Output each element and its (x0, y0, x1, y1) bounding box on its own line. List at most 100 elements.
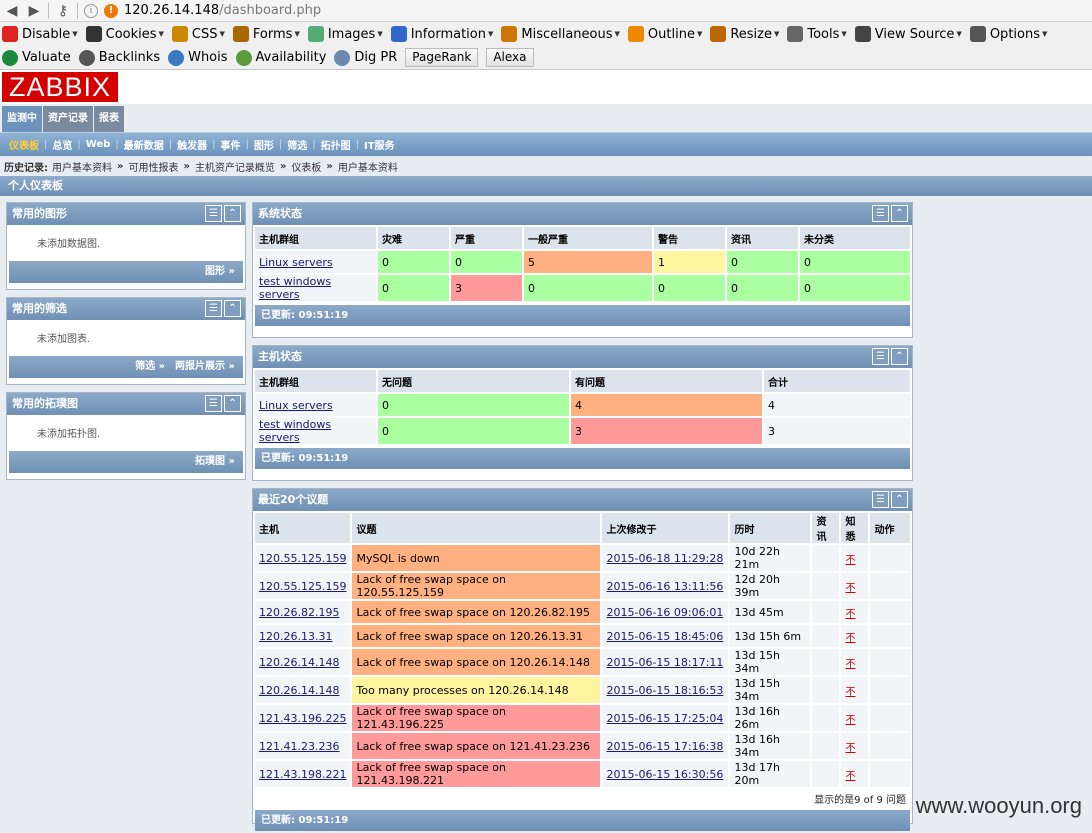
sub-menu-item-7[interactable]: 筛选 (282, 137, 312, 152)
toolbar-button-alexa[interactable]: Alexa (486, 48, 534, 67)
last-change-link[interactable]: 2015-06-18 11:29:28 (602, 545, 729, 571)
sub-menu-item-1[interactable]: 总览 (47, 137, 77, 152)
ack-link[interactable]: 不 (845, 743, 855, 754)
last-change-link[interactable]: 2015-06-15 18:45:06 (602, 625, 729, 647)
ack-link[interactable]: 不 (845, 609, 855, 620)
host-link[interactable]: 120.55.125.159 (255, 545, 351, 571)
menu-icon[interactable]: ☰ (205, 395, 222, 412)
zabbix-logo[interactable]: ZABBIX (2, 72, 118, 102)
collapse-icon[interactable]: ⌃ (891, 491, 908, 508)
info-cell (812, 625, 840, 647)
ack-link[interactable]: 不 (845, 555, 855, 566)
sub-menu-item-3[interactable]: 最新数据 (119, 137, 169, 152)
last-change-link[interactable]: 2015-06-15 18:16:53 (602, 677, 729, 703)
last-change-link[interactable]: 2015-06-15 16:30:56 (602, 761, 729, 787)
toolbar-button-pagerank[interactable]: PageRank (405, 48, 479, 67)
toolbar-menu-miscellaneous[interactable]: Miscellaneous ▼ (501, 26, 620, 42)
issue-description[interactable]: Lack of free swap space on 121.41.23.236 (352, 733, 601, 759)
collapse-icon[interactable]: ⌃ (891, 205, 908, 222)
ack-link[interactable]: 不 (845, 687, 855, 698)
last-change-link[interactable]: 2015-06-16 13:11:56 (602, 573, 729, 599)
forward-arrow-icon[interactable]: ▶ (26, 3, 42, 19)
sub-menu-item-2[interactable]: Web (81, 139, 116, 150)
last-change-link[interactable]: 2015-06-15 17:25:04 (602, 705, 729, 731)
menu-icon[interactable]: ☰ (872, 348, 889, 365)
menu-icon[interactable]: ☰ (205, 300, 222, 317)
menu-icon[interactable]: ☰ (205, 205, 222, 222)
toolbar-menu-forms[interactable]: Forms ▼ (232, 26, 300, 42)
breadcrumb-item[interactable]: 用户基本资料 (338, 159, 398, 174)
breadcrumb-item[interactable]: 用户基本资料 (52, 159, 112, 174)
toolbar-menu-tools[interactable]: Tools ▼ (787, 26, 847, 42)
host-link[interactable]: 120.26.82.195 (255, 601, 351, 623)
issue-description[interactable]: Lack of free swap space on 121.43.196.22… (352, 705, 601, 731)
toolbar-item-whois[interactable]: Whois (168, 49, 228, 66)
host-group-link[interactable]: test windows servers (255, 418, 376, 444)
toolbar-menu-outline[interactable]: Outline ▼ (627, 26, 702, 42)
last-change-link[interactable]: 2015-06-15 18:17:11 (602, 649, 729, 675)
toolbar-menu-images[interactable]: Images ▼ (307, 26, 383, 42)
ack-link[interactable]: 不 (845, 771, 855, 782)
issue-description[interactable]: Lack of free swap space on 120.26.14.148 (352, 649, 601, 675)
host-link[interactable]: 120.26.14.148 (255, 649, 351, 675)
widget-footer-link[interactable]: 两报片展示 » (175, 361, 235, 372)
issue-description[interactable]: Lack of free swap space on 121.43.198.22… (352, 761, 601, 787)
ack-link[interactable]: 不 (845, 583, 855, 594)
ack-link[interactable]: 不 (845, 633, 855, 644)
last-change-link[interactable]: 2015-06-15 17:16:38 (602, 733, 729, 759)
toolbar-item-availability[interactable]: Availability (235, 49, 326, 66)
toolbar-menu-css[interactable]: CSS ▼ (171, 26, 225, 42)
collapse-icon[interactable]: ⌃ (224, 300, 241, 317)
sub-menu-item-6[interactable]: 图形 (249, 137, 279, 152)
host-link[interactable]: 120.55.125.159 (255, 573, 351, 599)
issue-description[interactable]: Lack of free swap space on 120.55.125.15… (352, 573, 601, 599)
ack-link[interactable]: 不 (845, 715, 855, 726)
sub-menu-item-4[interactable]: 触发器 (172, 137, 212, 152)
toolbar-menu-information[interactable]: Information ▼ (390, 26, 493, 42)
sub-menu-item-0[interactable]: 仪表板 (4, 137, 44, 152)
sub-menu-item-9[interactable]: IT服务 (359, 137, 400, 152)
host-link[interactable]: 121.43.196.225 (255, 705, 351, 731)
collapse-icon[interactable]: ⌃ (224, 395, 241, 412)
main-tab-0[interactable]: 监测中 (2, 106, 42, 132)
host-group-link[interactable]: Linux servers (255, 251, 376, 273)
widget-footer-link[interactable]: 筛选 » (135, 361, 165, 372)
toolbar-menu-disable[interactable]: Disable ▼ (2, 26, 78, 42)
toolbar-item-backlinks[interactable]: Backlinks (78, 49, 160, 66)
ack-link[interactable]: 不 (845, 659, 855, 670)
issue-description[interactable]: Too many processes on 120.26.14.148 (352, 677, 601, 703)
breadcrumb-item[interactable]: 主机资产记录概览 (195, 159, 275, 174)
collapse-icon[interactable]: ⌃ (224, 205, 241, 222)
menu-icon[interactable]: ☰ (872, 205, 889, 222)
breadcrumb-item[interactable]: 可用性报表 (128, 159, 178, 174)
main-tab-2[interactable]: 报表 (94, 106, 124, 132)
host-link[interactable]: 120.26.13.31 (255, 625, 351, 647)
site-info-icon[interactable]: i (84, 3, 98, 18)
widget-footer-link[interactable]: 图形 » (205, 266, 235, 277)
host-group-link[interactable]: test windows servers (255, 275, 376, 301)
last-change-link[interactable]: 2015-06-16 09:06:01 (602, 601, 729, 623)
issue-description[interactable]: Lack of free swap space on 120.26.82.195 (352, 601, 601, 623)
widget-footer-link[interactable]: 拓璞图 » (195, 456, 235, 467)
sub-menu-item-8[interactable]: 拓扑图 (316, 137, 356, 152)
host-group-link[interactable]: Linux servers (255, 394, 376, 416)
host-link[interactable]: 121.41.23.236 (255, 733, 351, 759)
issue-description[interactable]: MySQL is down (352, 545, 601, 571)
sub-menu-item-5[interactable]: 事件 (216, 137, 246, 152)
key-icon[interactable]: ⚷ (55, 3, 71, 19)
host-link[interactable]: 121.43.198.221 (255, 761, 351, 787)
back-arrow-icon[interactable]: ◀ (4, 3, 20, 19)
toolbar-menu-cookies[interactable]: Cookies ▼ (85, 26, 164, 42)
toolbar-menu-view-source[interactable]: View Source ▼ (854, 26, 962, 42)
menu-icon[interactable]: ☰ (872, 491, 889, 508)
toolbar-menu-options[interactable]: Options ▼ (969, 26, 1047, 42)
main-tab-1[interactable]: 资产记录 (43, 106, 93, 132)
collapse-icon[interactable]: ⌃ (891, 348, 908, 365)
toolbar-menu-resize[interactable]: Resize ▼ (710, 26, 779, 42)
issue-description[interactable]: Lack of free swap space on 120.26.13.31 (352, 625, 601, 647)
toolbar-item-dig-pr[interactable]: Dig PR (334, 49, 397, 66)
toolbar-item-valuate[interactable]: Valuate (2, 49, 71, 66)
breadcrumb-item[interactable]: 仪表板 (291, 159, 321, 174)
url-field[interactable]: 120.26.14.148/dashboard.php (124, 3, 321, 18)
host-link[interactable]: 120.26.14.148 (255, 677, 351, 703)
